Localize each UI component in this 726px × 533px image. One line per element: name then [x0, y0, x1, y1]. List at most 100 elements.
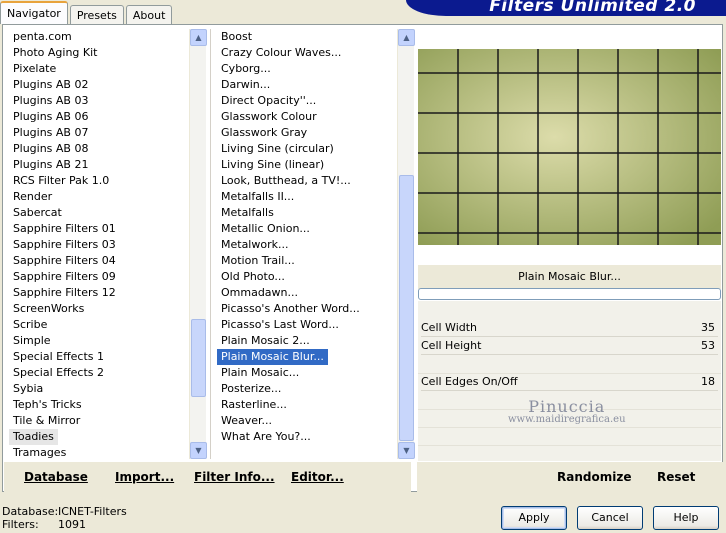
list-item[interactable]: Glasswork Colour — [217, 110, 317, 123]
category-scrollbar[interactable]: ▲ ▼ — [189, 29, 207, 459]
scroll-down-button[interactable]: ▼ — [190, 442, 207, 459]
list-item[interactable]: Plugins AB 21 — [9, 158, 88, 171]
list-item[interactable]: Special Effects 2 — [9, 366, 104, 379]
watermark-url: www.maidiregrafica.eu — [508, 414, 626, 425]
param-cell-height[interactable]: Cell Height 53 — [418, 337, 721, 355]
scroll-thumb[interactable] — [191, 319, 206, 397]
list-item[interactable]: Weaver... — [217, 414, 272, 427]
brand-title: Filters Unlimited 2.0 — [489, 0, 696, 16]
navigator-button-bar: Database Import... Filter Info... Editor… — [4, 462, 411, 492]
param-cell-width[interactable]: Cell Width 35 — [418, 319, 721, 337]
scroll-up-button[interactable]: ▲ — [398, 29, 415, 46]
editor-button[interactable]: Editor... — [291, 470, 344, 484]
list-item[interactable]: Tile & Mirror — [9, 414, 80, 427]
divider — [418, 445, 721, 446]
list-item[interactable]: Ommadawn... — [217, 286, 298, 299]
list-item[interactable]: Metalwork... — [217, 238, 288, 251]
list-item[interactable]: Old Photo... — [217, 270, 285, 283]
slider-track[interactable] — [421, 354, 718, 355]
list-item[interactable]: Metalfalls II... — [217, 190, 294, 203]
list-item[interactable]: ScreenWorks — [9, 302, 84, 315]
list-item[interactable]: Plugins AB 03 — [9, 94, 88, 107]
list-item[interactable]: Scribe — [9, 318, 47, 331]
list-item[interactable]: Cyborg... — [217, 62, 271, 75]
list-item[interactable]: Glasswork Gray — [217, 126, 307, 139]
param-label: Cell Height — [421, 339, 482, 352]
list-item[interactable]: Metalfalls — [217, 206, 274, 219]
tab-strip: Navigator Presets About — [0, 0, 174, 24]
parameter-sliders: Cell Width 35 Cell Height 53 Cell Edges … — [418, 301, 721, 461]
list-item[interactable]: Rasterline... — [217, 398, 287, 411]
list-item[interactable]: Sapphire Filters 01 — [9, 222, 116, 235]
divider — [418, 427, 721, 428]
list-item[interactable]: Picasso's Another Word... — [217, 302, 360, 315]
list-item[interactable]: Sabercat — [9, 206, 62, 219]
param-label: Cell Edges On/Off — [421, 375, 518, 388]
list-item[interactable]: Special Effects 1 — [9, 350, 104, 363]
list-item[interactable]: Motion Trail... — [217, 254, 295, 267]
list-item[interactable]: Sapphire Filters 09 — [9, 270, 116, 283]
list-item[interactable]: Plugins AB 08 — [9, 142, 88, 155]
list-item[interactable]: What Are You?... — [217, 430, 311, 443]
list-item[interactable]: Tramages — [9, 446, 66, 459]
list-item[interactable]: Boost — [217, 30, 252, 43]
param-label: Cell Width — [421, 321, 478, 334]
database-button[interactable]: Database — [24, 470, 88, 484]
cancel-button[interactable]: Cancel — [577, 506, 643, 530]
navigator-panel: penta.com Photo Aging Kit Pixelate Plugins … — [2, 24, 723, 492]
list-item[interactable]: Plugins AB 06 — [9, 110, 88, 123]
list-item[interactable]: RCS Filter Pak 1.0 — [9, 174, 109, 187]
slider-track[interactable] — [421, 390, 718, 391]
filter-scrollbar[interactable]: ▲ ▼ — [397, 29, 415, 459]
reset-button[interactable]: Reset — [657, 470, 695, 484]
list-item[interactable]: Plain Mosaic 2... — [217, 334, 310, 347]
filter-list[interactable]: Boost Crazy Colour Waves... Cyborg... Darwi… — [217, 29, 397, 459]
chevron-up-icon: ▲ — [195, 33, 202, 42]
list-item[interactable]: Toadies — [9, 429, 58, 445]
list-item[interactable]: Sapphire Filters 12 — [9, 286, 116, 299]
apply-button[interactable]: Apply — [501, 506, 567, 530]
preview-button-bar: Randomize Reset — [417, 462, 723, 492]
list-item[interactable]: Plugins AB 07 — [9, 126, 88, 139]
list-item[interactable]: Plain Mosaic... — [217, 366, 299, 379]
list-item[interactable]: Living Sine (linear) — [217, 158, 324, 171]
list-item[interactable]: Look, Butthead, a TV!... — [217, 174, 351, 187]
list-item[interactable]: Plugins AB 02 — [9, 78, 88, 91]
randomize-button[interactable]: Randomize — [557, 470, 631, 484]
list-item[interactable]: Sapphire Filters 04 — [9, 254, 116, 267]
list-item[interactable]: Darwin... — [217, 78, 270, 91]
help-button[interactable]: Help — [653, 506, 719, 530]
tab-navigator[interactable]: Navigator — [0, 1, 68, 24]
watermark: Pinuccia www.maidiregrafica.eu — [508, 397, 626, 425]
list-item[interactable]: Teph's Tricks — [9, 398, 82, 411]
list-item[interactable]: Picasso's Last Word... — [217, 318, 339, 331]
scroll-down-button[interactable]: ▼ — [398, 442, 415, 459]
chevron-down-icon: ▼ — [403, 446, 410, 455]
divider — [210, 29, 211, 459]
category-list[interactable]: penta.com Photo Aging Kit Pixelate Plugins … — [9, 29, 189, 459]
list-item[interactable]: Crazy Colour Waves... — [217, 46, 341, 59]
list-item[interactable]: Render — [9, 190, 52, 203]
scroll-up-button[interactable]: ▲ — [190, 29, 207, 46]
list-item[interactable]: Sybia — [9, 382, 43, 395]
list-item[interactable]: Plain Mosaic Blur... — [217, 349, 328, 365]
import-button[interactable]: Import... — [115, 470, 174, 484]
list-item[interactable]: penta.com — [9, 30, 72, 43]
status-database-value: ICNET-Filters — [58, 505, 127, 518]
list-item[interactable]: Sapphire Filters 03 — [9, 238, 116, 251]
list-item[interactable]: Metallic Onion... — [217, 222, 310, 235]
tab-presets[interactable]: Presets — [69, 5, 124, 24]
param-value: 18 — [701, 375, 715, 388]
list-item[interactable]: Direct Opacity''... — [217, 94, 316, 107]
param-cell-edges[interactable]: Cell Edges On/Off 18 — [418, 373, 721, 391]
list-item[interactable]: Posterize... — [217, 382, 281, 395]
filter-info-button[interactable]: Filter Info... — [194, 470, 275, 484]
list-item[interactable]: Simple — [9, 334, 51, 347]
status-filters-label: Filters: — [2, 518, 39, 531]
list-item[interactable]: Living Sine (circular) — [217, 142, 334, 155]
scroll-thumb[interactable] — [399, 175, 414, 441]
tab-about[interactable]: About — [125, 5, 173, 24]
list-item[interactable]: Pixelate — [9, 62, 56, 75]
chevron-down-icon: ▼ — [195, 446, 202, 455]
list-item[interactable]: Photo Aging Kit — [9, 46, 97, 59]
